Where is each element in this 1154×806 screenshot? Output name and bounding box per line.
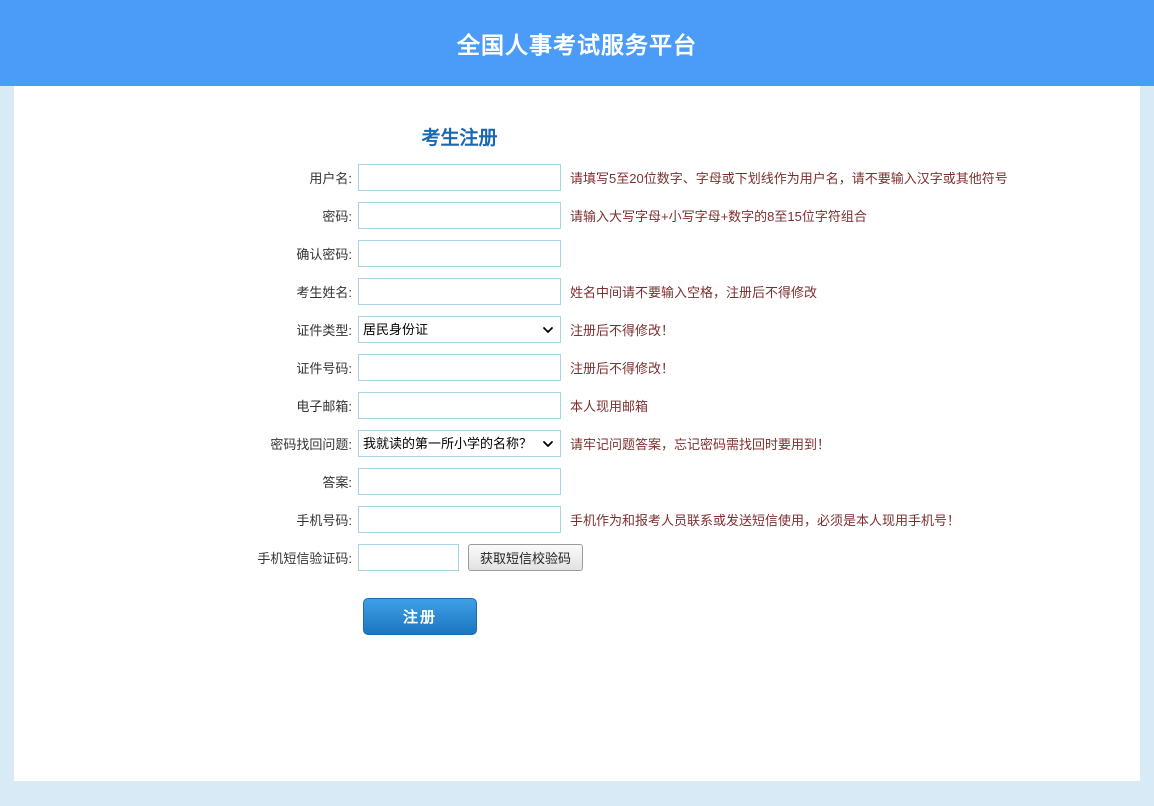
page-header: 全国人事考试服务平台 bbox=[0, 0, 1154, 86]
candidate-name-hint: 姓名中间请不要输入空格，注册后不得修改 bbox=[570, 282, 817, 301]
form-row-mobile: 手机号码: 手机作为和报考人员联系或发送短信使用，必须是本人现用手机号！ bbox=[14, 500, 1140, 538]
register-button[interactable]: 注册 bbox=[363, 598, 477, 635]
email-label: 电子邮箱: bbox=[14, 396, 352, 415]
form-row-security-question: 密码找回问题: 我就读的第一所小学的名称？ 请牢记问题答案，忘记密码需找回时要用… bbox=[14, 424, 1140, 462]
form-row-candidate-name: 考生姓名: 姓名中间请不要输入空格，注册后不得修改 bbox=[14, 272, 1140, 310]
answer-input[interactable] bbox=[358, 468, 561, 495]
security-question-select[interactable]: 我就读的第一所小学的名称？ bbox=[358, 430, 561, 457]
username-input[interactable] bbox=[358, 164, 561, 191]
password-hint: 请输入大写字母+小写字母+数字的8至15位字符组合 bbox=[570, 206, 867, 225]
form-row-password: 密码: 请输入大写字母+小写字母+数字的8至15位字符组合 bbox=[14, 196, 1140, 234]
security-question-hint: 请牢记问题答案，忘记密码需找回时要用到！ bbox=[570, 434, 830, 453]
form-row-sms-code: 手机短信验证码: 获取短信校验码 bbox=[14, 538, 1140, 576]
id-type-hint: 注册后不得修改！ bbox=[570, 320, 674, 339]
password-input[interactable] bbox=[358, 202, 561, 229]
id-type-label: 证件类型: bbox=[14, 320, 352, 339]
username-label: 用户名: bbox=[14, 168, 352, 187]
candidate-name-label: 考生姓名: bbox=[14, 282, 352, 301]
mobile-label: 手机号码: bbox=[14, 510, 352, 529]
sms-code-label: 手机短信验证码: bbox=[14, 548, 352, 567]
registration-form: 用户名: 请填写5至20位数字、字母或下划线作为用户名，请不要输入汉字或其他符号… bbox=[14, 158, 1140, 576]
form-row-answer: 答案: bbox=[14, 462, 1140, 500]
form-row-id-number: 证件号码: 注册后不得修改！ bbox=[14, 348, 1140, 386]
form-row-id-type: 证件类型: 居民身份证 注册后不得修改！ bbox=[14, 310, 1140, 348]
security-question-label: 密码找回问题: bbox=[14, 434, 352, 453]
form-row-username: 用户名: 请填写5至20位数字、字母或下划线作为用户名，请不要输入汉字或其他符号 bbox=[14, 158, 1140, 196]
form-row-email: 电子邮箱: 本人现用邮箱 bbox=[14, 386, 1140, 424]
password-label: 密码: bbox=[14, 206, 352, 225]
mobile-hint: 手机作为和报考人员联系或发送短信使用，必须是本人现用手机号！ bbox=[570, 510, 960, 529]
form-title: 考生注册 bbox=[358, 128, 561, 149]
sms-code-input[interactable] bbox=[358, 544, 459, 571]
username-hint: 请填写5至20位数字、字母或下划线作为用户名，请不要输入汉字或其他符号 bbox=[570, 168, 1008, 187]
email-input[interactable] bbox=[358, 392, 561, 419]
mobile-input[interactable] bbox=[358, 506, 561, 533]
confirm-password-input[interactable] bbox=[358, 240, 561, 267]
id-number-input[interactable] bbox=[358, 354, 561, 381]
email-hint: 本人现用邮箱 bbox=[570, 396, 648, 415]
confirm-password-label: 确认密码: bbox=[14, 244, 352, 263]
candidate-name-input[interactable] bbox=[358, 278, 561, 305]
id-type-select[interactable]: 居民身份证 bbox=[358, 316, 561, 343]
form-row-confirm-password: 确认密码: bbox=[14, 234, 1140, 272]
content-panel: 考生注册 用户名: 请填写5至20位数字、字母或下划线作为用户名，请不要输入汉字… bbox=[14, 86, 1140, 781]
id-number-label: 证件号码: bbox=[14, 358, 352, 377]
answer-label: 答案: bbox=[14, 472, 352, 491]
id-number-hint: 注册后不得修改！ bbox=[570, 358, 674, 377]
get-sms-code-button[interactable]: 获取短信校验码 bbox=[468, 544, 583, 571]
site-title: 全国人事考试服务平台 bbox=[457, 26, 697, 60]
